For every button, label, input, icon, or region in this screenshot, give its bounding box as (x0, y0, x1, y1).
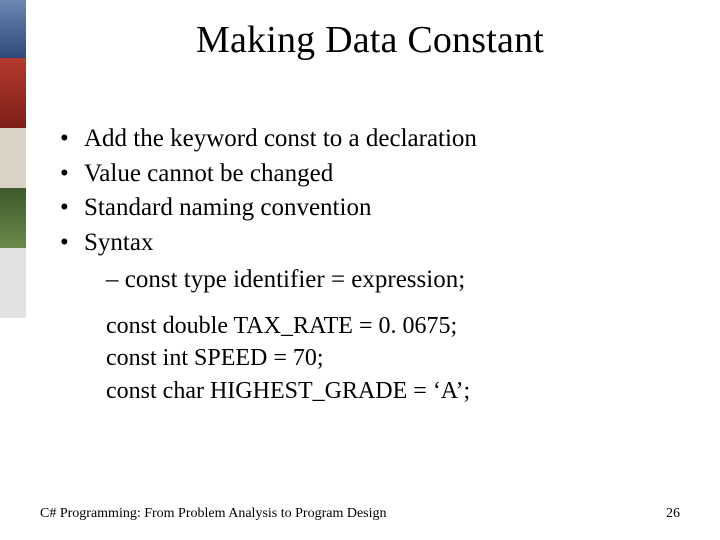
page-number: 26 (666, 506, 680, 522)
slide-body: Making Data Constant Add the keyword con… (0, 0, 720, 540)
bullet-list: Add the keyword const to a declaration V… (60, 122, 680, 260)
footer-text: C# Programming: From Problem Analysis to… (40, 506, 387, 521)
bullet-item: Value cannot be changed (60, 157, 680, 192)
code-example: const double TAX_RATE = 0. 0675; const i… (106, 310, 680, 407)
slide-title: Making Data Constant (60, 18, 680, 62)
bullet-item: Syntax (60, 226, 680, 261)
code-line: const double TAX_RATE = 0. 0675; (106, 310, 680, 342)
footer: C# Programming: From Problem Analysis to… (40, 506, 680, 522)
bullet-item: Add the keyword const to a declaration (60, 122, 680, 157)
bullet-item: Standard naming convention (60, 191, 680, 226)
code-line: const int SPEED = 70; (106, 342, 680, 374)
sub-bullet: – const type identifier = expression; (106, 266, 680, 294)
code-line: const char HIGHEST_GRADE = ‘A’; (106, 375, 680, 407)
